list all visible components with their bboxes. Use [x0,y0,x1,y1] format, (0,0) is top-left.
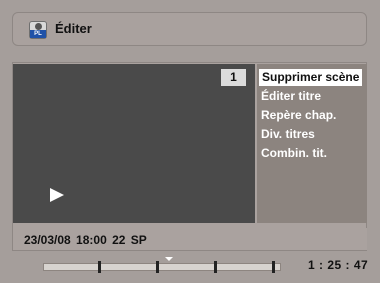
elapsed-time: 1 : 25 : 47 [308,258,369,272]
recording-info-text: 23/03/08 18:00 22 SP [24,233,147,247]
chapter-marker [98,261,101,273]
menu-item-combin-tit[interactable]: Combin. tit. [261,145,327,162]
divider [12,250,367,251]
page-title: Éditer [55,21,92,36]
chapter-marker [156,261,159,273]
play-icon [50,188,64,202]
playlist-tag: PL [30,30,46,38]
chapter-marker [214,261,217,273]
menu-item-supprimer-scene[interactable]: Supprimer scène [259,69,363,86]
menu-item-repere-chap[interactable]: Repère chap. [261,107,336,124]
title-number-badge: 1 [221,69,246,86]
person-icon [35,23,42,30]
header-bar: PL Éditer [12,12,367,46]
timeline-cursor-icon [165,257,173,261]
playlist-icon: PL [29,21,47,39]
screen: PL Éditer 1 Supprimer scène Éditer titre… [0,0,380,283]
chapter-marker [272,261,275,273]
timeline-bar[interactable] [43,263,281,271]
menu-item-div-titres[interactable]: Div. titres [261,126,315,143]
menu-item-editer-titre[interactable]: Éditer titre [261,88,321,105]
